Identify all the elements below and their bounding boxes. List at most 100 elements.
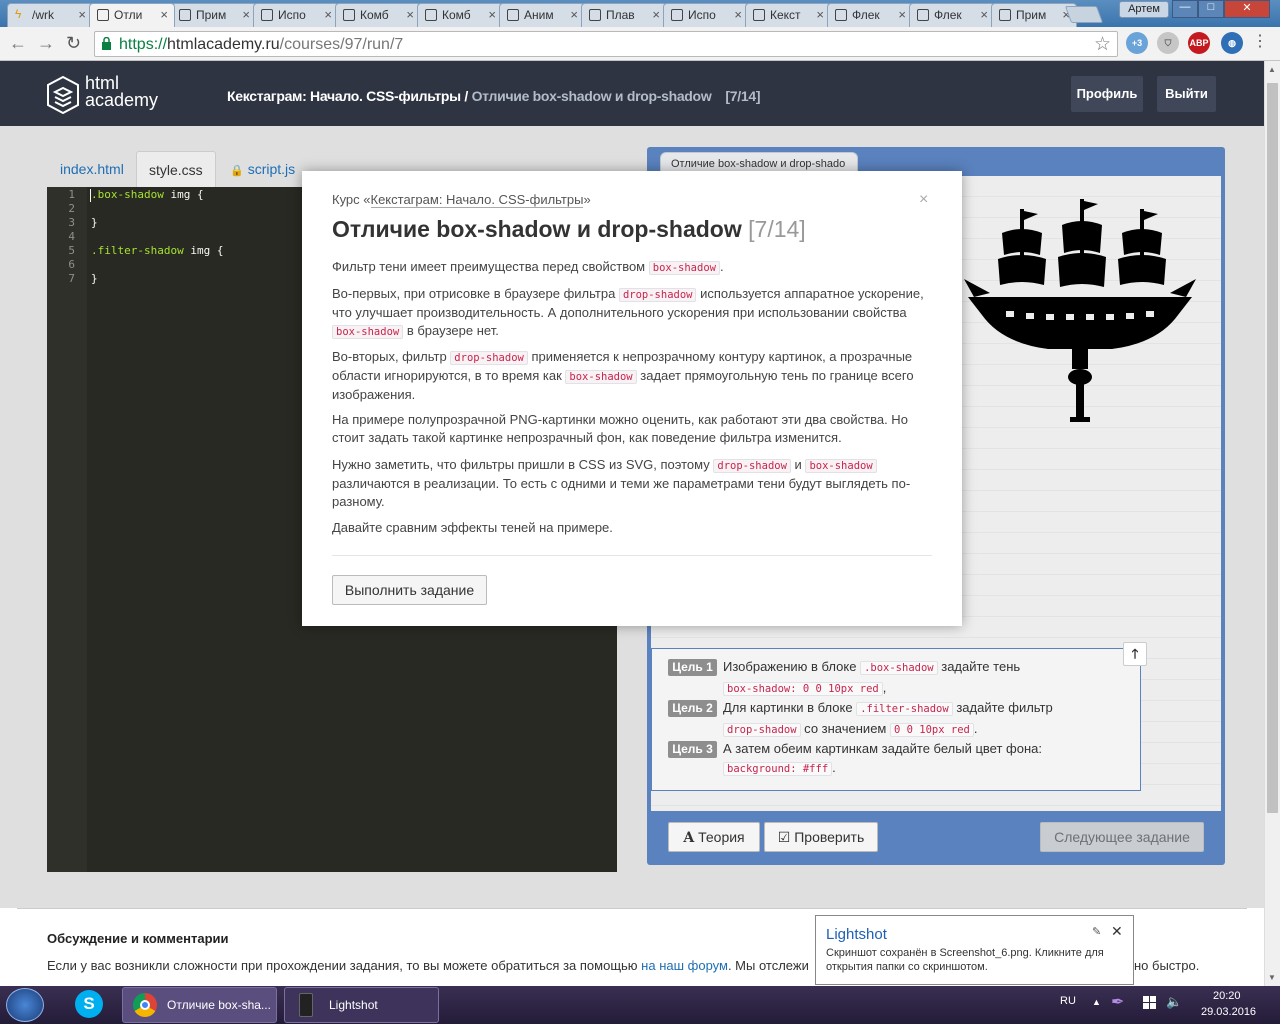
browser-tab-label: Испо xyxy=(688,8,716,22)
browser-tab-label: /wrk xyxy=(32,8,54,22)
breadcrumb-step: [7/14] xyxy=(725,88,761,104)
line-number: 2 xyxy=(68,202,75,215)
tab-close-icon[interactable]: × xyxy=(406,7,414,22)
windows-start-button[interactable] xyxy=(6,988,44,1022)
tab-close-icon[interactable]: × xyxy=(652,7,660,22)
logo-text[interactable]: html academy xyxy=(85,74,158,109)
forum-link[interactable]: на наш форум xyxy=(641,958,728,973)
globe-icon[interactable]: ◍ xyxy=(1221,32,1243,54)
start-task-button[interactable]: Выполнить задание xyxy=(332,575,487,605)
tab-script-js[interactable]: 🔒 script.js xyxy=(218,151,307,187)
scroll-thumb[interactable] xyxy=(1267,83,1278,813)
browser-tab[interactable]: ϟ/wrk × xyxy=(7,3,93,27)
theory-icon: A xyxy=(683,830,695,846)
code-line[interactable]: .box-shadow img { xyxy=(91,188,204,201)
logout-button[interactable]: Выйти xyxy=(1157,76,1216,112)
tab-close-icon[interactable]: × xyxy=(324,7,332,22)
code-line[interactable]: .filter-shadow img { xyxy=(91,244,223,257)
forward-icon[interactable]: → xyxy=(37,33,55,54)
clock-time[interactable]: 20:20 xyxy=(1213,990,1241,1002)
modal-paragraph: Нужно заметить, что фильтры пришли в CSS… xyxy=(332,457,911,509)
browser-tab[interactable]: Прим × xyxy=(171,3,257,27)
taskbar-chrome-window[interactable]: Отличие box-sha... xyxy=(122,987,277,1023)
action-center-icon[interactable] xyxy=(1143,996,1156,1009)
modal-close-icon[interactable]: × xyxy=(919,191,928,209)
browser-tab-label: Комб xyxy=(442,8,471,22)
tab-index-html[interactable]: index.html xyxy=(48,151,136,187)
line-number: 6 xyxy=(68,258,75,271)
line-gutter xyxy=(47,187,87,872)
chrome-menu-icon[interactable]: ⋮ xyxy=(1252,31,1268,51)
reload-icon[interactable]: ↻ xyxy=(66,33,81,54)
browser-tab[interactable]: Кекст × xyxy=(745,3,831,27)
tab-close-icon[interactable]: × xyxy=(78,7,86,22)
adblock-icon[interactable]: ABP xyxy=(1188,32,1210,54)
tab-close-icon[interactable]: × xyxy=(488,7,496,22)
line-number: 4 xyxy=(68,230,75,243)
window-close-button[interactable]: ✕ xyxy=(1224,0,1270,18)
goal-badge: Цель 2 xyxy=(668,700,717,717)
browser-tab[interactable]: Комб × xyxy=(417,3,503,27)
breadcrumb-lesson: Отличие box-shadow и drop-shadow xyxy=(471,88,712,104)
check-button[interactable]: ☑ Проверить xyxy=(764,822,878,852)
scroll-up-icon[interactable]: ▲ xyxy=(1268,65,1276,74)
tab-close-icon[interactable]: × xyxy=(980,7,988,22)
notification-close-icon[interactable]: ✕ xyxy=(1111,923,1123,940)
tab-close-icon[interactable]: × xyxy=(160,7,168,22)
page-scrollbar[interactable]: ▲ ▼ xyxy=(1264,61,1280,986)
browser-tab[interactable]: Флек × xyxy=(909,3,995,27)
lightshot-text[interactable]: Скриншот сохранён в Screenshot_6.png. Кл… xyxy=(826,946,1126,974)
shield-icon[interactable]: ⛉ xyxy=(1157,32,1179,54)
browser-tab[interactable]: Аним × xyxy=(499,3,585,27)
scroll-down-icon[interactable]: ▼ xyxy=(1268,973,1276,982)
browser-tab[interactable]: Флек × xyxy=(827,3,913,27)
address-bar[interactable]: https://htmlacademy.ru/courses/97/run/7 … xyxy=(94,31,1118,57)
tab-close-icon[interactable]: × xyxy=(570,7,578,22)
taskbar-lightshot-window[interactable]: Lightshot xyxy=(284,987,439,1023)
browser-tab[interactable]: Испо × xyxy=(663,3,749,27)
tab-style-css[interactable]: style.css xyxy=(136,151,216,187)
breadcrumb-course[interactable]: Кекстаграм: Начало. CSS-фильтры xyxy=(227,88,461,104)
window-maximize-button[interactable]: □ xyxy=(1198,0,1224,18)
extension-badge-icon[interactable]: +3 xyxy=(1126,32,1148,54)
tab-close-icon[interactable]: × xyxy=(734,7,742,22)
course-link[interactable]: Кекстаграм: Начало. CSS-фильтры xyxy=(370,192,584,208)
lock-icon: 🔒 xyxy=(230,165,244,177)
goal-1-text: Изображению в блоке .box-shadow задайте … xyxy=(723,659,1021,696)
lightshot-tray-icon[interactable]: ✒ xyxy=(1111,992,1124,1012)
next-task-button[interactable]: Следующее задание xyxy=(1040,822,1204,852)
pin-icon[interactable]: ✎ xyxy=(1092,925,1101,938)
theory-button[interactable]: A Теория xyxy=(668,822,760,852)
browser-tab[interactable]: Комб × xyxy=(335,3,421,27)
language-indicator[interactable]: RU xyxy=(1060,995,1076,1007)
htmlacademy-icon xyxy=(671,9,683,21)
bookmark-star-icon[interactable]: ☆ xyxy=(1094,33,1111,56)
skype-icon[interactable]: S xyxy=(75,990,103,1018)
modal-course: Курс «Кекстаграм: Начало. CSS-фильтры» xyxy=(332,192,591,208)
window-minimize-button[interactable]: — xyxy=(1172,0,1198,18)
volume-icon[interactable]: 🔈 xyxy=(1166,994,1182,1010)
browser-tab[interactable]: Испо × xyxy=(253,3,339,27)
tab-close-icon[interactable]: × xyxy=(898,7,906,22)
code-line[interactable]: } xyxy=(91,216,98,229)
code-line[interactable]: } xyxy=(91,272,98,285)
profile-button[interactable]: Профиль xyxy=(1071,76,1143,112)
browser-tab-label: Прим xyxy=(196,8,227,22)
tab-close-icon[interactable]: × xyxy=(242,7,250,22)
htmlacademy-logo-icon[interactable] xyxy=(47,76,79,114)
collapse-goals-button[interactable]: 🡑 xyxy=(1123,642,1147,666)
chrome-user-badge[interactable]: Артем xyxy=(1119,1,1169,18)
browser-tab[interactable]: Отли × xyxy=(89,3,175,27)
browser-tab-label: Комб xyxy=(360,8,389,22)
new-tab-button[interactable] xyxy=(1064,6,1104,23)
tab-close-icon[interactable]: × xyxy=(816,7,824,22)
show-hidden-icons-icon[interactable]: ▲ xyxy=(1092,997,1101,1007)
back-icon[interactable]: ← xyxy=(9,33,27,54)
discussion-title: Обсуждение и комментарии xyxy=(47,931,229,946)
modal-paragraph: Давайте сравним эффекты теней на примере… xyxy=(332,520,613,535)
browser-tab[interactable]: Плав × xyxy=(581,3,667,27)
modal-divider xyxy=(332,555,932,556)
goal-3-text: А затем обеим картинкам задайте белый цв… xyxy=(723,741,1042,776)
browser-tab[interactable]: Прим × xyxy=(991,3,1077,27)
clock-date[interactable]: 29.03.2016 xyxy=(1201,1006,1256,1018)
